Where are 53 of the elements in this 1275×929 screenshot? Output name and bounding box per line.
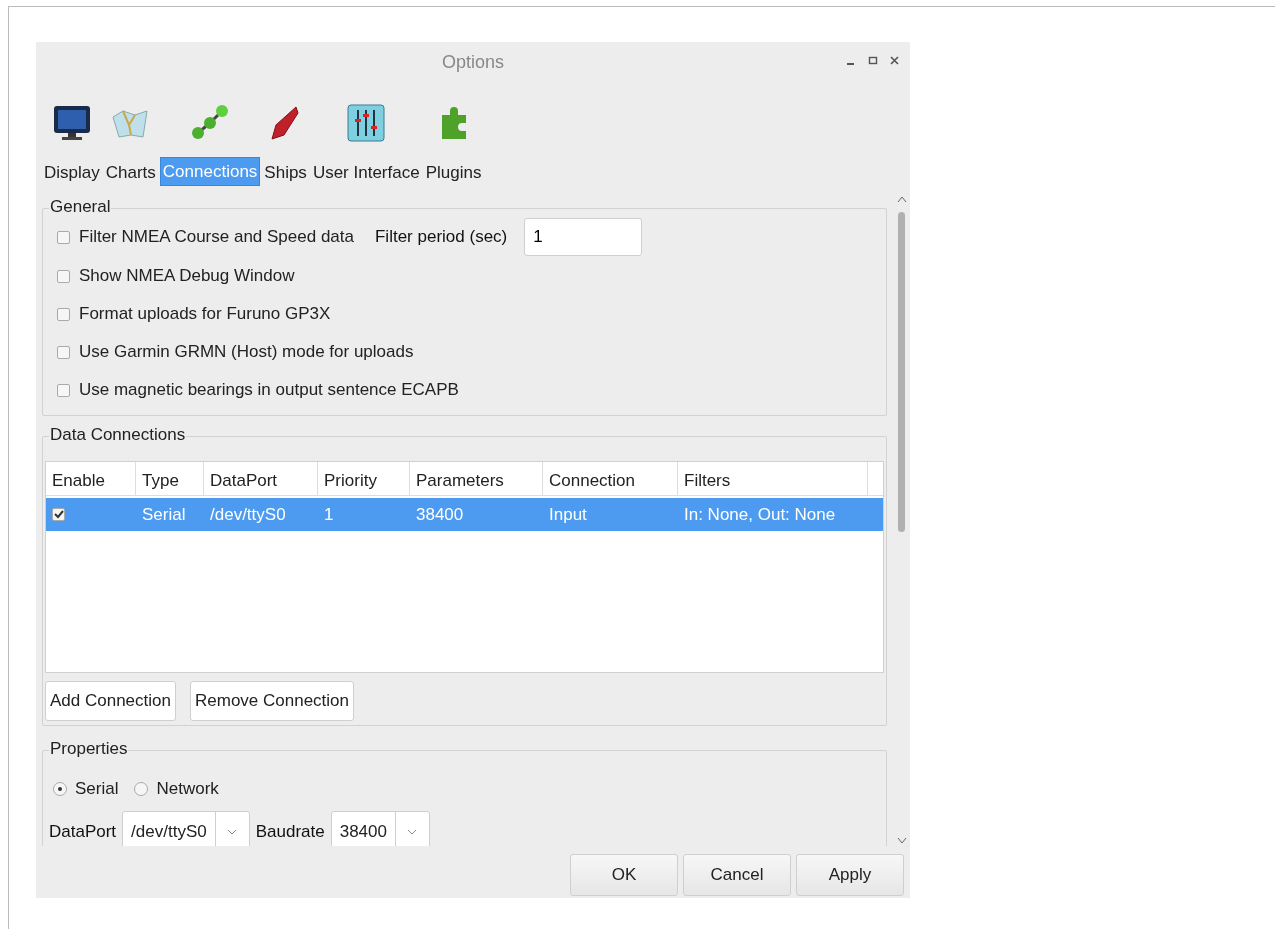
scroll-down-icon[interactable] — [895, 836, 908, 846]
scrollbar-thumb[interactable] — [898, 212, 905, 532]
checkbox[interactable] — [57, 230, 70, 244]
chevron-down-icon — [227, 828, 238, 835]
tab[interactable]: Display — [42, 158, 102, 186]
close-icon[interactable] — [890, 54, 900, 66]
checkbox[interactable] — [57, 345, 70, 359]
dialog-button[interactable]: OK — [570, 854, 678, 896]
dialog-button[interactable]: Cancel — [683, 854, 791, 896]
radio-button[interactable] — [53, 781, 67, 796]
checkbox-label: Filter NMEA Course and Speed data — [79, 226, 354, 249]
window-title: Options — [441, 50, 504, 74]
checkbox-label: Format uploads for Furuno GP3X — [79, 303, 331, 326]
radio-button[interactable] — [134, 781, 149, 796]
connection-button[interactable]: Remove Connection — [190, 681, 354, 721]
checkbox[interactable] — [57, 307, 70, 321]
column-header[interactable]: Type — [136, 462, 204, 495]
column-header[interactable]: Parameters — [410, 462, 543, 495]
field-label: Baudrate — [255, 820, 325, 843]
radio-label: Network — [156, 777, 219, 800]
maximize-icon[interactable] — [868, 54, 878, 66]
column-header[interactable]: Priority — [318, 462, 410, 495]
table-cell-text: 1 — [323, 503, 335, 526]
table-cell-text: /dev/ttyS0 — [209, 503, 287, 526]
table-cell-text: 38400 — [415, 503, 465, 526]
checkbox-label: Show NMEA Debug Window — [79, 265, 295, 288]
tab[interactable]: User Interface — [310, 158, 422, 186]
checkbox[interactable] — [57, 269, 70, 283]
field-label: DataPort — [49, 820, 117, 843]
table-cell-text: In: None, Out: None — [683, 503, 837, 526]
input-field[interactable]: 1 — [524, 218, 643, 256]
column-header[interactable]: Filters — [678, 462, 868, 495]
column-header[interactable]: DataPort — [204, 462, 318, 495]
checkbox[interactable] — [52, 508, 65, 521]
dataport-dropdown[interactable]: /dev/ttyS0 — [122, 810, 250, 846]
tab[interactable]: Charts — [103, 158, 158, 186]
dialog-button[interactable]: Apply — [796, 854, 904, 896]
chevron-down-icon — [407, 828, 418, 835]
tab[interactable]: Plugins — [423, 158, 484, 186]
table-cell-text: Input — [548, 503, 588, 526]
scroll-up-icon[interactable] — [895, 194, 908, 204]
radio-label: Serial — [75, 777, 119, 800]
baudrate-dropdown[interactable]: 38400 — [330, 810, 430, 846]
tab[interactable]: Ships — [262, 158, 309, 186]
column-header[interactable]: Connection — [543, 462, 678, 495]
column-header[interactable]: Enable — [46, 462, 136, 495]
field-label: Filter period (sec) — [375, 226, 508, 249]
connection-button[interactable]: Add Connection — [45, 681, 176, 721]
checkbox[interactable] — [57, 383, 70, 397]
checkbox-label: Use Garmin GRMN (Host) mode for uploads — [79, 341, 414, 364]
table-cell-text: Serial — [141, 503, 187, 526]
checkmark-icon — [53, 509, 64, 520]
checkbox-label: Use magnetic bearings in output sentence ECAPB — [79, 379, 459, 402]
